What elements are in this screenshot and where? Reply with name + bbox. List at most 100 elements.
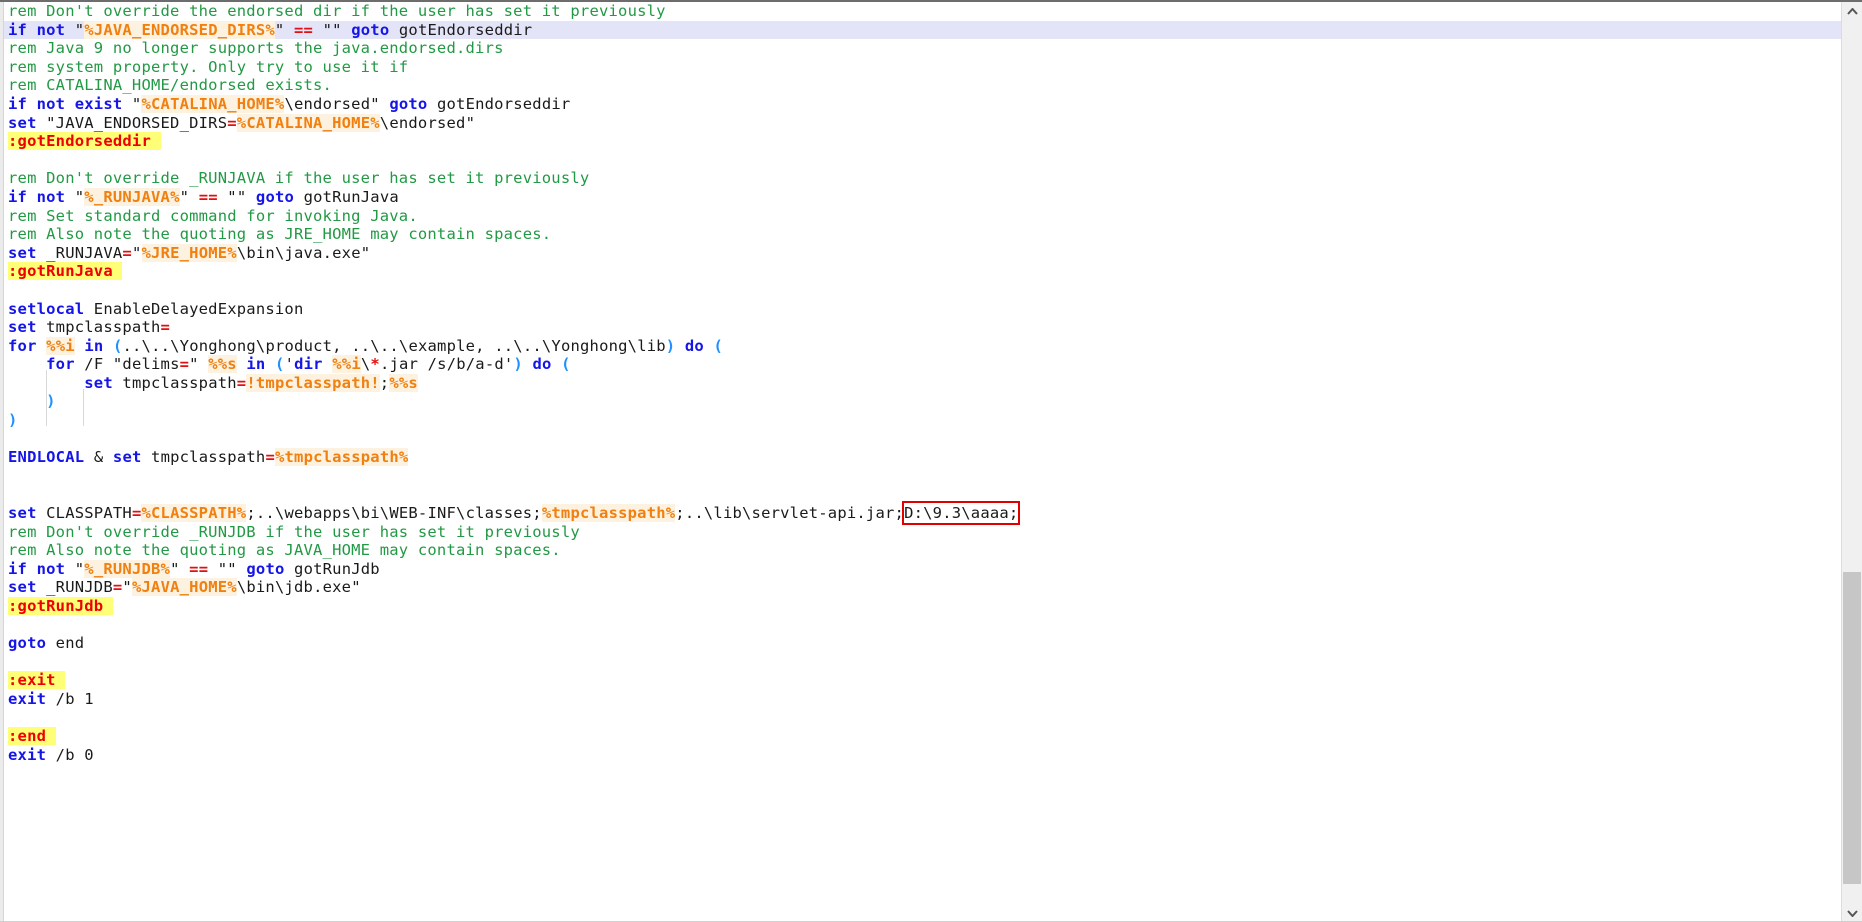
code-text-area[interactable]: rem Don't override the endorsed dir if t… [4, 2, 1841, 922]
code-line[interactable]: :gotRunJava [4, 262, 1841, 281]
code-variable-token: %%i [46, 336, 75, 355]
code-line[interactable]: rem system property. Only try to use it … [4, 58, 1841, 77]
code-keyword-token: ENDLOCAL [8, 448, 85, 467]
code-line[interactable]: set _RUNJAVA="%JRE_HOME%\bin\java.exe" [4, 243, 1841, 263]
code-keyword-token: set [8, 113, 37, 132]
code-line[interactable] [4, 764, 1841, 783]
code-line[interactable]: set CLASSPATH=%CLASSPATH%;..\webapps\bi\… [4, 501, 1841, 526]
code-keyword-token: if not [8, 187, 66, 206]
code-line[interactable]: ) [4, 392, 1841, 411]
code-line[interactable]: set "JAVA_ENDORSED_DIRS=%CATALINA_HOME%\… [4, 113, 1841, 133]
code-token: == [294, 20, 314, 39]
code-comment-token: rem Set standard command for invoking Ja… [8, 206, 418, 225]
code-line[interactable]: setlocal EnableDelayedExpansion [4, 300, 1841, 319]
code-token: ..\..\Yonghong\product, ..\..\example, .… [122, 336, 666, 355]
code-line[interactable]: if not exist "%CATALINA_HOME%\endorsed" … [4, 94, 1841, 114]
code-line[interactable]: set tmpclasspath= [4, 318, 1841, 337]
code-line[interactable]: exit /b 1 [4, 690, 1841, 709]
code-keyword-token: set [84, 373, 113, 392]
code-line[interactable]: rem Don't override _RUNJAVA if the user … [4, 169, 1841, 188]
code-token: \bin\java.exe" [236, 243, 371, 262]
code-token: ) [665, 336, 676, 355]
code-token: " [122, 578, 132, 597]
code-variable-token: %CATALINA_HOME% [236, 113, 380, 132]
code-line[interactable]: for %%i in (..\..\Yonghong\product, ..\.… [4, 336, 1841, 356]
code-token: = [236, 373, 247, 392]
code-line[interactable]: if not "%_RUNJAVA%" == "" goto gotRunJav… [4, 187, 1841, 207]
code-comment-token: rem system property. Only try to use it … [8, 57, 409, 76]
code-line[interactable]: if not "%JAVA_ENDORSED_DIRS%" == "" goto… [4, 20, 1841, 40]
code-line[interactable]: :end [4, 727, 1841, 746]
code-line[interactable]: goto end [4, 634, 1841, 653]
code-variable-token: %tmpclasspath% [541, 504, 676, 523]
code-line[interactable] [4, 467, 1841, 486]
code-label-token: :end [8, 727, 56, 746]
chevron-down-icon[interactable] [1842, 904, 1862, 922]
code-line[interactable] [4, 485, 1841, 504]
code-token: = [265, 448, 275, 467]
code-token: ' [284, 355, 295, 374]
code-line[interactable] [4, 616, 1841, 635]
code-line[interactable]: set _RUNJDB="%JAVA_HOME%\bin\jdb.exe" [4, 578, 1841, 597]
code-line[interactable]: ENDLOCAL & set tmpclasspath=%tmpclasspat… [4, 448, 1841, 467]
code-editor-window: rem Don't override the endorsed dir if t… [0, 0, 1862, 922]
code-line[interactable]: rem Set standard command for invoking Ja… [4, 207, 1841, 226]
code-keyword-token: exit [8, 689, 47, 708]
code-line[interactable] [4, 430, 1841, 449]
code-line[interactable]: set tmpclasspath=!tmpclasspath!;%%s [4, 373, 1841, 393]
code-comment-token: rem Also note the quoting as JRE_HOME ma… [8, 225, 552, 244]
code-line[interactable]: for /F "delims=" %%s in ('dir %%i\*.jar … [4, 355, 1841, 374]
code-keyword-token: set [8, 578, 37, 597]
code-token: .jar /s/b/a-d' [379, 355, 514, 374]
code-line[interactable]: rem Don't override the endorsed dir if t… [4, 2, 1841, 21]
code-keyword-token: setlocal [8, 299, 85, 318]
code-line[interactable]: :gotRunJdb [4, 597, 1841, 616]
code-token: gotEndorseddir [427, 94, 571, 113]
code-line[interactable]: if not "%_RUNJDB%" == "" goto gotRunJdb [4, 559, 1841, 579]
code-token: _RUNJDB [36, 578, 113, 597]
code-line[interactable] [4, 709, 1841, 728]
code-line[interactable]: ) [4, 411, 1841, 430]
code-line[interactable] [4, 151, 1841, 170]
vertical-scrollbar-thumb[interactable] [1843, 572, 1861, 884]
code-line[interactable]: rem CATALINA_HOME/endorsed exists. [4, 76, 1841, 95]
code-line[interactable]: :gotEndorseddir [4, 132, 1841, 151]
code-line[interactable]: exit /b 0 [4, 746, 1841, 765]
code-line[interactable]: rem Don't override _RUNJDB if the user h… [4, 523, 1841, 542]
code-token: tmpclasspath [112, 373, 237, 392]
code-line[interactable] [4, 653, 1841, 672]
code-token: ( [713, 336, 724, 355]
code-line[interactable]: rem Java 9 no longer supports the java.e… [4, 39, 1841, 58]
code-keyword-token: goto [8, 634, 47, 653]
code-line[interactable]: rem Also note the quoting as JAVA_HOME m… [4, 541, 1841, 560]
code-variable-token: !tmpclasspath! [246, 373, 380, 392]
code-variable-token: %CLASSPATH% [141, 504, 247, 523]
code-token: /b 0 [46, 745, 94, 764]
code-token: == [189, 559, 209, 578]
code-line[interactable]: :exit [4, 671, 1841, 690]
code-token: " [274, 20, 294, 39]
code-keyword-token: if not [8, 20, 66, 39]
code-keyword-token: set [112, 448, 142, 467]
code-keyword-token: goto [255, 187, 295, 206]
code-token: "" [217, 187, 256, 206]
code-variable-token: %CATALINA_HOME% [141, 94, 285, 113]
code-token: _RUNJAVA [36, 243, 123, 262]
code-token: * [370, 355, 380, 374]
code-keyword-token: set [8, 318, 37, 337]
code-token: \bin\jdb.exe" [236, 578, 361, 597]
code-line[interactable]: rem Also note the quoting as JRE_HOME ma… [4, 225, 1841, 244]
chevron-up-icon[interactable] [1842, 2, 1862, 20]
code-variable-token: %JRE_HOME% [141, 243, 237, 262]
code-token: \ [360, 355, 371, 374]
code-line[interactable] [4, 281, 1841, 300]
vertical-scrollbar[interactable] [1841, 2, 1862, 922]
code-comment-token: rem CATALINA_HOME/endorsed exists. [8, 76, 333, 95]
code-keyword-token: goto [351, 20, 390, 39]
